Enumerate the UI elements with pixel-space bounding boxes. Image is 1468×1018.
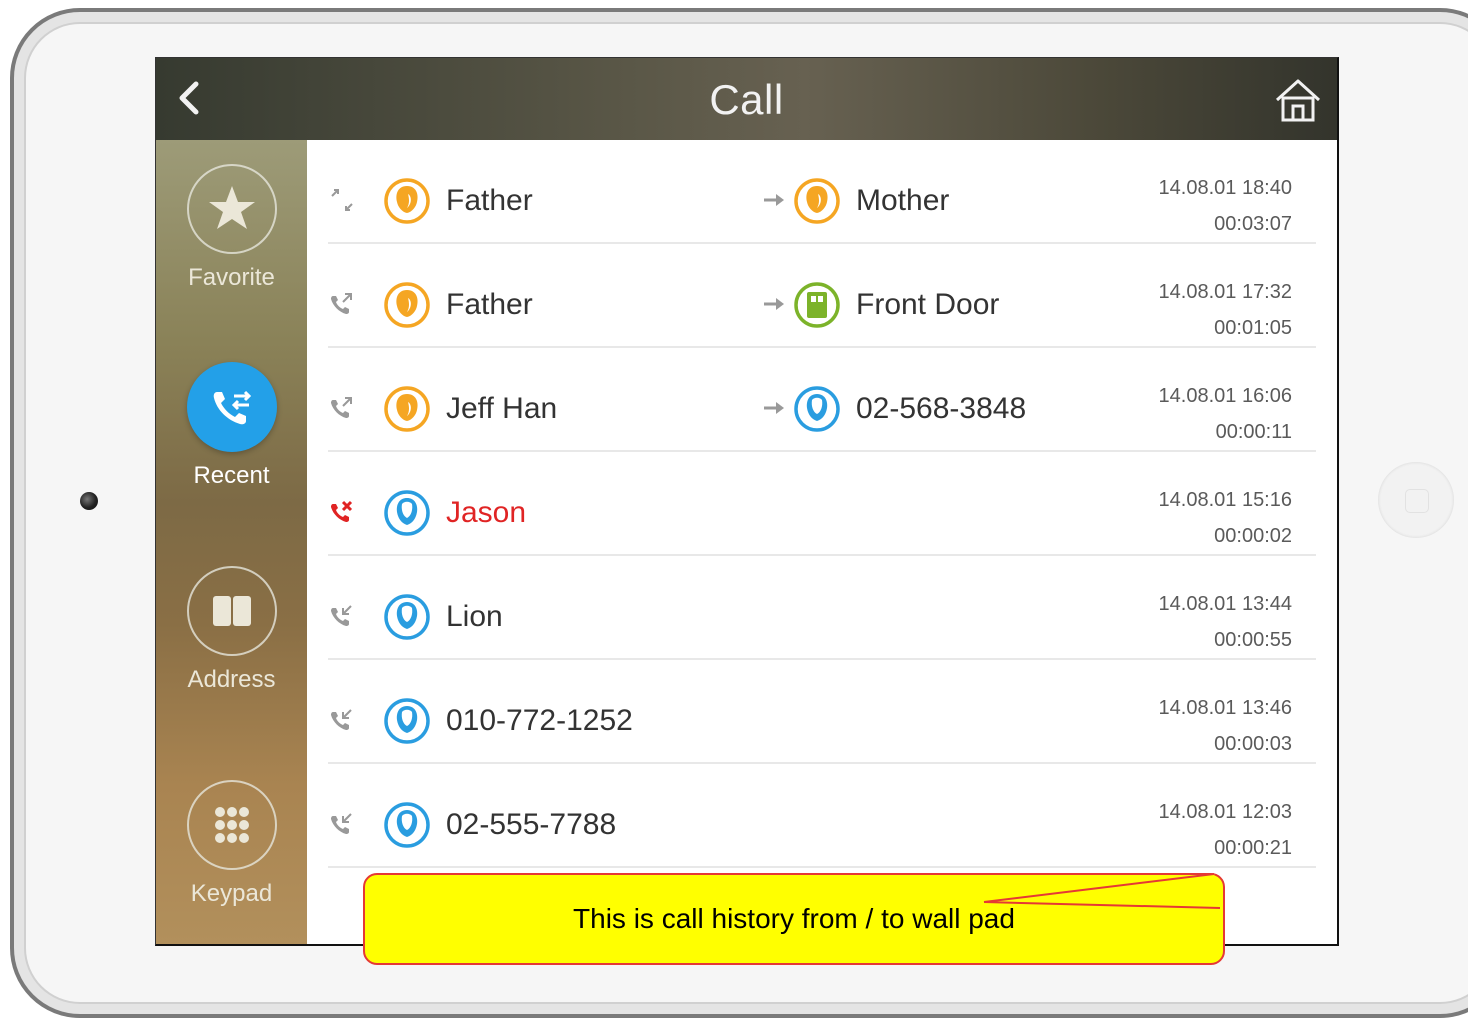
person-blue-icon bbox=[384, 490, 430, 536]
callee-name: Mother bbox=[856, 184, 950, 217]
transfer-call-icon bbox=[331, 189, 353, 211]
call-date: 14.08.01 16:06 bbox=[1158, 385, 1292, 407]
address-circle bbox=[186, 566, 277, 656]
camera bbox=[80, 492, 98, 510]
call-row[interactable]: 010-772-1252 14.08.01 13:46 00:00:03 bbox=[328, 660, 1316, 764]
call-duration: 00:00:21 bbox=[1214, 837, 1292, 859]
caller-name: Lion bbox=[446, 600, 503, 633]
arrow-right-icon bbox=[764, 402, 784, 414]
screen: Call Favorite Recent Address Keypad Fath… bbox=[155, 57, 1339, 946]
phone-transfer-icon bbox=[213, 390, 251, 425]
call-date: 14.08.01 15:16 bbox=[1158, 489, 1292, 511]
call-row[interactable]: Jeff Han 02-568-3848 14.08.01 16:06 00:0… bbox=[328, 348, 1316, 452]
callout-pointer bbox=[983, 873, 1221, 909]
call-duration: 00:03:07 bbox=[1214, 213, 1292, 235]
call-row[interactable]: 02-555-7788 14.08.01 12:03 00:00:21 bbox=[328, 764, 1316, 868]
person-blue-icon bbox=[794, 386, 840, 432]
sidebar-item-label: Keypad bbox=[190, 880, 273, 907]
caller-name: Father bbox=[446, 288, 533, 321]
call-date: 14.08.01 17:32 bbox=[1158, 281, 1292, 303]
outgoing-call-icon bbox=[331, 397, 352, 418]
callee-name: Front Door bbox=[856, 288, 1000, 321]
call-history-list: Father Mother 14.08.01 18:40 00:03:07 Fa… bbox=[328, 140, 1316, 944]
hardware-home-square bbox=[1405, 489, 1429, 513]
sidebar-item-recent[interactable]: Recent bbox=[156, 362, 307, 490]
call-duration: 00:00:03 bbox=[1214, 733, 1292, 755]
call-datetime: 14.08.01 17:32 00:01:05 bbox=[1159, 274, 1292, 346]
favorite-circle bbox=[186, 164, 277, 254]
sidebar-item-label: Address bbox=[187, 666, 276, 693]
call-date: 14.08.01 13:44 bbox=[1158, 593, 1292, 615]
call-date: 14.08.01 18:40 bbox=[1158, 177, 1292, 199]
sidebar-item-keypad[interactable]: Keypad bbox=[156, 780, 307, 908]
keypad-circle bbox=[186, 780, 277, 870]
person-orange-icon bbox=[384, 386, 430, 432]
call-date: 14.08.01 12:03 bbox=[1158, 801, 1292, 823]
callee-name: 02-568-3848 bbox=[856, 392, 1027, 425]
missed-call-icon bbox=[331, 500, 353, 522]
call-datetime: 14.08.01 13:46 00:00:03 bbox=[1159, 690, 1292, 762]
recent-circle bbox=[186, 362, 277, 452]
caller-name: Jason bbox=[446, 496, 527, 529]
person-blue-icon bbox=[384, 594, 430, 640]
book-icon bbox=[212, 596, 251, 626]
call-datetime: 14.08.01 16:06 00:00:11 bbox=[1159, 378, 1292, 450]
sidebar-item-favorite[interactable]: Favorite bbox=[156, 164, 307, 292]
incoming-call-icon bbox=[331, 709, 352, 730]
sidebar: Favorite Recent Address Keypad bbox=[156, 140, 307, 944]
call-duration: 00:00:02 bbox=[1214, 525, 1292, 547]
hardware-home-button[interactable] bbox=[1378, 462, 1454, 538]
person-orange-icon bbox=[794, 178, 840, 224]
person-blue-icon bbox=[384, 802, 430, 848]
call-duration: 00:00:11 bbox=[1215, 421, 1292, 443]
call-row[interactable]: Lion 14.08.01 13:44 00:00:55 bbox=[328, 556, 1316, 660]
caller-name: Father bbox=[446, 184, 533, 217]
page-title: Call bbox=[709, 76, 784, 123]
call-datetime: 14.08.01 18:40 00:03:07 bbox=[1159, 170, 1292, 242]
sidebar-item-label: Favorite bbox=[188, 264, 275, 291]
call-duration: 00:01:05 bbox=[1214, 317, 1292, 339]
home-icon bbox=[1275, 79, 1321, 122]
call-row[interactable]: Father Front Door 14.08.01 17:32 00:01:0… bbox=[328, 244, 1316, 348]
person-orange-icon bbox=[384, 178, 430, 224]
caller-name: Jeff Han bbox=[446, 392, 558, 425]
call-date: 14.08.01 13:46 bbox=[1158, 697, 1292, 719]
incoming-call-icon bbox=[331, 813, 352, 834]
person-orange-icon bbox=[384, 282, 430, 328]
sidebar-item-address[interactable]: Address bbox=[156, 566, 307, 694]
star-icon bbox=[208, 186, 255, 229]
call-duration: 00:00:55 bbox=[1214, 629, 1292, 651]
arrow-right-icon bbox=[764, 298, 784, 310]
home-button[interactable] bbox=[1273, 76, 1323, 126]
sidebar-item-label: Recent bbox=[193, 462, 270, 489]
caller-name: 02-555-7788 bbox=[446, 808, 617, 841]
call-row[interactable]: Father Mother 14.08.01 18:40 00:03:07 bbox=[328, 140, 1316, 244]
person-blue-icon bbox=[384, 698, 430, 744]
call-datetime: 14.08.01 13:44 00:00:55 bbox=[1159, 586, 1292, 658]
keypad-icon bbox=[214, 807, 249, 843]
call-datetime: 14.08.01 12:03 00:00:21 bbox=[1159, 794, 1292, 866]
door-green-icon bbox=[794, 282, 840, 328]
arrow-right-icon bbox=[764, 194, 784, 206]
call-datetime: 14.08.01 15:16 00:00:02 bbox=[1159, 482, 1292, 554]
call-row[interactable]: Jason 14.08.01 15:16 00:00:02 bbox=[328, 452, 1316, 556]
incoming-call-icon bbox=[331, 605, 352, 626]
header-bar: Call bbox=[156, 58, 1337, 140]
outgoing-call-icon bbox=[331, 293, 352, 314]
caller-name: 010-772-1252 bbox=[446, 704, 633, 737]
